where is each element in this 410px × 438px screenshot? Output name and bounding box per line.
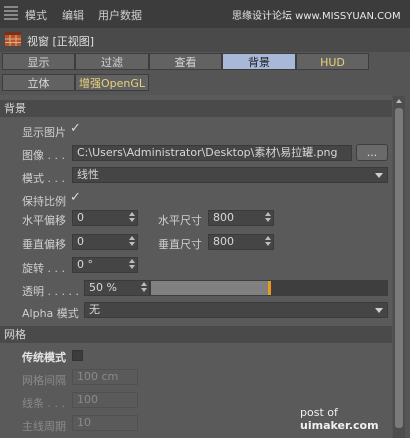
tab-enhanced-opengl[interactable]: 增强OpenGL [75,74,149,91]
show-image-label: 显示图片 [22,126,66,139]
alpha-mode-dropdown[interactable]: 无 [84,302,388,318]
viewport-icon [5,32,21,46]
transparency-value: 50 % [89,281,117,294]
watermark-prefix: post of [300,406,338,419]
section-grid[interactable]: 网格 [0,326,392,343]
spinner-icon[interactable] [129,212,135,224]
chevron-down-icon [375,173,383,178]
scroll-up-icon[interactable] [393,96,405,106]
mode-label: 模式 . . . [22,172,65,185]
rotation-value: 0 ° [77,258,93,271]
grid-lines-field[interactable]: 100 [72,392,138,408]
classic-mode-checkbox[interactable] [72,350,83,361]
major-line-field[interactable]: 10 [72,415,138,431]
v-offset-field[interactable]: 0 [72,234,138,250]
spinner-icon[interactable] [129,259,135,271]
watermark-top: 思缘设计论坛 www.MISSYUAN.COM [232,11,401,22]
attributes-panel: 背景 显示图片 ✓ 图像 . . . C:\Users\Administrato… [0,95,392,438]
grid-spacing-field[interactable]: 100 cm [72,369,138,385]
spinner-icon[interactable] [265,212,271,224]
major-line-value: 10 [77,416,91,429]
title-bar: 视窗 [正视图] [0,28,410,52]
mode-value: 线性 [77,168,99,181]
v-offset-label: 垂直偏移 [22,238,66,251]
rotation-field[interactable]: 0 ° [72,257,138,273]
slider-knob[interactable] [268,281,271,295]
major-line-label: 主线周期 [22,420,66,433]
keep-ratio-check-icon[interactable]: ✓ [70,190,81,205]
menu-bar: 模式 编辑 用户数据 思缘设计论坛 www.MISSYUAN.COM [0,0,410,28]
spinner-icon[interactable] [141,282,147,294]
grid-lines-label: 线条 . . . [22,397,65,410]
tab-stereo[interactable]: 立体 [2,74,75,91]
transparency-slider[interactable] [150,280,388,296]
keep-ratio-label: 保持比例 [22,195,66,208]
scrollbar-thumb[interactable] [395,108,403,428]
grid-spacing-label: 网格间隔 [22,374,66,387]
spinner-icon[interactable] [129,236,135,248]
window-title: 视窗 [正视图] [27,35,95,48]
browse-button[interactable]: ... [356,144,388,161]
h-size-field[interactable]: 800 [208,210,274,226]
h-offset-value: 0 [77,211,84,224]
transparency-field[interactable]: 50 % [84,280,150,296]
show-image-check-icon[interactable]: ✓ [70,121,81,136]
alpha-mode-value: 无 [89,303,100,316]
v-size-value: 800 [213,235,234,248]
h-size-value: 800 [213,211,234,224]
spinner-icon[interactable] [265,236,271,248]
watermark-site: uimaker.com [300,419,379,432]
transparency-label: 透明 . . . . . [22,285,79,298]
tab-hud[interactable]: HUD [296,53,369,70]
v-size-field[interactable]: 800 [208,234,274,250]
tab-view[interactable]: 查看 [149,53,222,70]
mode-dropdown[interactable]: 线性 [72,167,388,183]
grip-icon[interactable] [4,6,18,22]
h-offset-field[interactable]: 0 [72,210,138,226]
slider-track [269,281,387,295]
v-offset-value: 0 [77,235,84,248]
rotation-label: 旋转 . . . [22,262,65,275]
slider-fill [151,281,269,295]
watermark-bottom: post of uimaker.com [300,406,410,432]
h-size-label: 水平尺寸 [158,214,202,227]
alpha-mode-label: Alpha 模式 [22,307,79,320]
image-path-field[interactable]: C:\Users\Administrator\Desktop\素材\易拉罐.pn… [72,145,352,161]
tab-background[interactable]: 背景 [222,53,296,70]
menu-user-data[interactable]: 用户数据 [98,7,142,23]
h-offset-label: 水平偏移 [22,214,66,227]
menu-edit[interactable]: 编辑 [62,7,84,23]
classic-mode-label: 传统模式 [22,351,66,364]
grid-spacing-value: 100 cm [77,370,119,383]
section-background[interactable]: 背景 [0,100,392,117]
tab-display[interactable]: 显示 [2,53,75,70]
grid-lines-value: 100 [77,393,98,406]
v-size-label: 垂直尺寸 [158,238,202,251]
image-label: 图像 . . . [22,149,65,162]
menu-mode[interactable]: 模式 [25,7,47,23]
chevron-down-icon [375,308,383,313]
tab-filter[interactable]: 过滤 [75,53,149,70]
